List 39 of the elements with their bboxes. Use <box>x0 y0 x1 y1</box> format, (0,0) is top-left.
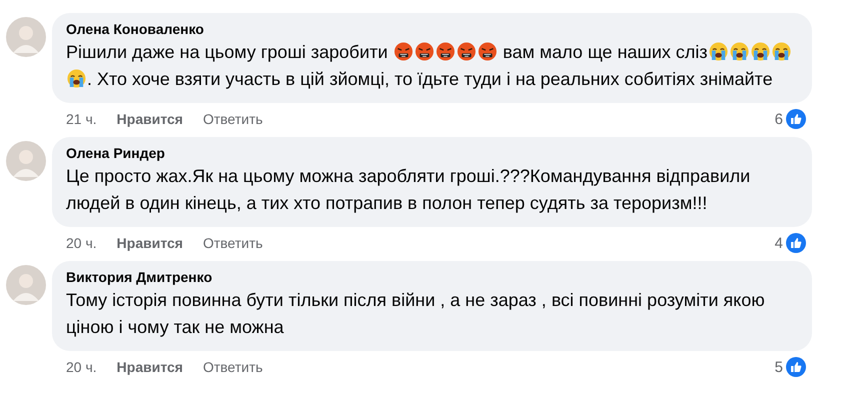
reply-link[interactable]: Ответить <box>202 111 263 127</box>
author-name[interactable]: Виктория Дмитренко <box>66 269 212 285</box>
like-count-badge[interactable]: 6 <box>774 109 806 129</box>
like-count: 4 <box>774 234 783 252</box>
avatar-icon[interactable] <box>6 265 46 305</box>
angry-face-icon <box>414 42 434 61</box>
comment-time[interactable]: 20 ч. <box>66 359 97 375</box>
comment-time[interactable]: 21 ч. <box>66 111 97 127</box>
crying-face-icon <box>67 69 86 88</box>
comment-text: вам мало ще наших сліз <box>502 42 708 62</box>
like-link[interactable]: Нравится <box>116 111 183 127</box>
avatar-icon[interactable] <box>6 17 46 57</box>
crying-face-icon <box>708 42 728 61</box>
thumbs-up-icon <box>786 357 806 377</box>
crying-face-icon <box>730 42 749 61</box>
angry-face-icon <box>394 42 413 61</box>
comment-text: Це просто жах.Як на цьому можна заробляти гроші.???Командування відправили людей в один кінець, а тих хто потрапив в полон тепер судять за тероризм!!! <box>66 166 750 213</box>
like-link[interactable]: Нравится <box>116 359 183 375</box>
comment-text: . Хто хоче взяти участь в цій зйомці, то їдьте туди і на реальних собитіях знімайте <box>87 69 773 89</box>
crying-face-icon <box>772 42 791 61</box>
comment-time[interactable]: 20 ч. <box>66 235 97 251</box>
comment-text: Рішили даже на цьому гроші заробити <box>66 42 389 62</box>
like-count-badge[interactable]: 5 <box>774 357 806 377</box>
like-count: 6 <box>774 110 783 128</box>
like-count: 5 <box>774 358 783 376</box>
reply-link[interactable]: Ответить <box>202 359 263 375</box>
reply-link[interactable]: Ответить <box>202 235 263 251</box>
angry-face-icon <box>436 42 455 61</box>
angry-face-icon <box>456 42 476 61</box>
like-count-badge[interactable]: 4 <box>774 233 806 253</box>
thumbs-up-icon <box>786 233 806 253</box>
comment-text: Тому історія повинна бути тільки після війни , а не зараз , всі повинні розуміти якою ціною і чому так не можна <box>66 290 765 337</box>
crying-face-icon <box>750 42 770 61</box>
author-name[interactable]: Олена Коноваленко <box>66 21 204 37</box>
author-name[interactable]: Олена Риндер <box>66 145 165 161</box>
thumbs-up-icon <box>786 109 806 129</box>
angry-face-icon <box>478 42 497 61</box>
like-link[interactable]: Нравится <box>116 235 183 251</box>
avatar-icon[interactable] <box>6 141 46 181</box>
